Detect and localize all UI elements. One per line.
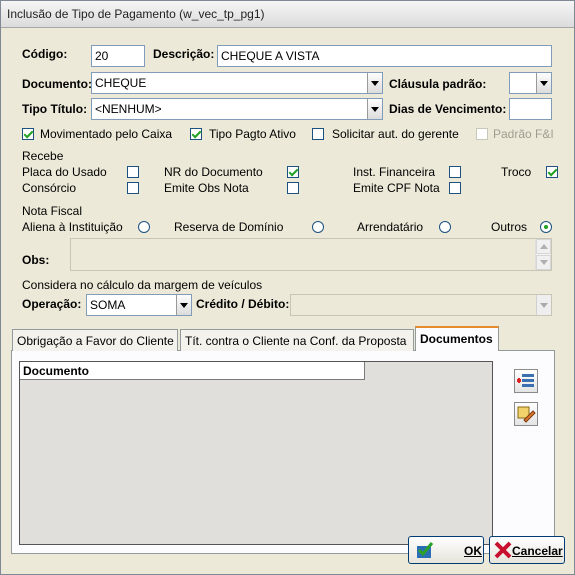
clausula-dropdown[interactable] <box>509 72 552 94</box>
delete-row-button[interactable] <box>514 402 538 426</box>
dialog-body: Código: 20 Descrição: CHEQUE A VISTA Doc… <box>1 28 574 574</box>
chevron-down-icon[interactable] <box>367 99 382 119</box>
tab-obrigacao[interactable]: Obrigação a Favor do Cliente <box>12 329 178 351</box>
credito-debito-label: Crédito / Débito: <box>196 297 290 311</box>
nr-documento-label: NR do Documento <box>164 165 263 179</box>
documentos-grid[interactable]: Documento <box>19 361 493 545</box>
nf-option-outros-label: Outros <box>491 220 528 234</box>
dialog-window: Inclusão de Tipo de Pagamento (w_vec_tp_… <box>0 0 575 575</box>
operacao-dropdown[interactable]: SOMA <box>86 294 192 316</box>
emite-obs-label: Emite Obs Nota <box>164 181 249 195</box>
insert-row-icon <box>517 374 534 387</box>
codigo-label: Código: <box>22 47 68 61</box>
grid-column-documento[interactable]: Documento <box>20 362 365 380</box>
operacao-label: Operação: <box>22 297 82 311</box>
scroll-up-icon[interactable] <box>536 239 551 254</box>
padrao-fi-label: Padrão F&I <box>493 127 554 141</box>
tipo-pagto-label: Tipo Pagto Ativo <box>209 127 296 141</box>
consorcio-checkbox[interactable] <box>127 182 139 194</box>
tipo-titulo-label: Tipo Título: <box>22 102 88 116</box>
codigo-field[interactable]: 20 <box>91 45 145 67</box>
ok-button[interactable]: OK <box>408 536 484 564</box>
obs-scrollbar[interactable] <box>535 239 551 270</box>
descricao-field[interactable]: CHEQUE A VISTA <box>217 45 552 67</box>
recebe-title: Recebe <box>22 149 64 163</box>
nf-option-aliena-label: Aliena à Instituição <box>22 220 123 234</box>
emite-obs-checkbox[interactable] <box>287 182 299 194</box>
nf-option-reserva-label: Reserva de Domínio <box>174 220 284 234</box>
grid-header-fill <box>365 362 492 380</box>
placa-usado-checkbox[interactable] <box>127 166 139 178</box>
documento-dropdown[interactable]: CHEQUE <box>91 72 383 94</box>
solicitar-label: Solicitar aut. do gerente <box>332 127 459 141</box>
movimentado-label: Movimentado pelo Caixa <box>40 127 173 141</box>
title-bar[interactable]: Inclusão de Tipo de Pagamento (w_vec_tp_… <box>1 1 574 28</box>
emite-cpf-label: Emite CPF Nota <box>353 181 440 195</box>
tab-documentos[interactable]: Documentos <box>415 326 499 351</box>
chevron-down-icon <box>536 295 551 315</box>
obs-label: Obs: <box>22 253 50 267</box>
dias-vencimento-label: Dias de Vencimento: <box>389 102 507 116</box>
inst-financeira-label: Inst. Financeira <box>353 165 436 179</box>
emite-cpf-checkbox[interactable] <box>449 182 461 194</box>
nota-fiscal-title: Nota Fiscal <box>22 204 83 218</box>
ok-label: OK <box>464 544 482 558</box>
chevron-down-icon[interactable] <box>536 73 551 93</box>
eraser-icon <box>517 406 536 423</box>
cancel-x-icon <box>494 541 512 559</box>
dias-vencimento-field[interactable] <box>509 98 552 120</box>
ok-icon <box>417 542 434 558</box>
chevron-down-icon[interactable] <box>367 73 382 93</box>
cancel-label: Cancelar <box>512 544 563 558</box>
nr-documento-checkbox[interactable] <box>287 166 299 178</box>
troco-checkbox[interactable] <box>546 166 558 178</box>
credito-debito-dropdown <box>290 294 552 316</box>
tipo-pagto-checkbox[interactable] <box>190 128 202 140</box>
tipo-titulo-dropdown[interactable]: <NENHUM> <box>91 98 383 120</box>
solicitar-checkbox[interactable] <box>312 128 324 140</box>
window-title: Inclusão de Tipo de Pagamento (w_vec_tp_… <box>7 7 265 21</box>
nf-option-reserva-radio[interactable] <box>312 221 324 233</box>
padrao-fi-checkbox <box>476 128 488 140</box>
tipo-titulo-value: <NENHUM> <box>95 102 162 116</box>
obs-textarea[interactable] <box>70 238 552 271</box>
scroll-down-icon[interactable] <box>536 255 551 270</box>
documento-label: Documento: <box>22 77 92 91</box>
tab-titulos-contra-cliente[interactable]: Tít. contra o Cliente na Conf. da Propos… <box>180 329 414 351</box>
chevron-down-icon[interactable] <box>176 295 191 315</box>
cancel-button[interactable]: Cancelar <box>489 536 565 564</box>
descricao-label: Descrição: <box>153 47 215 61</box>
operacao-value: SOMA <box>90 298 126 312</box>
clausula-label: Cláusula padrão: <box>389 77 487 91</box>
documento-value: CHEQUE <box>95 76 147 90</box>
nf-option-aliena-radio[interactable] <box>138 221 150 233</box>
inst-financeira-checkbox[interactable] <box>449 166 461 178</box>
nf-option-arrendatario-label: Arrendatário <box>357 220 424 234</box>
consorcio-label: Consórcio <box>22 181 77 195</box>
movimentado-checkbox[interactable] <box>22 128 34 140</box>
troco-label: Troco <box>501 165 532 179</box>
placa-usado-label: Placa do Usado <box>22 165 107 179</box>
nf-option-arrendatario-radio[interactable] <box>439 221 451 233</box>
margem-title: Considera no cálculo da margem de veícul… <box>22 278 263 292</box>
nf-option-outros-radio[interactable] <box>540 221 552 233</box>
insert-row-button[interactable] <box>514 369 538 393</box>
